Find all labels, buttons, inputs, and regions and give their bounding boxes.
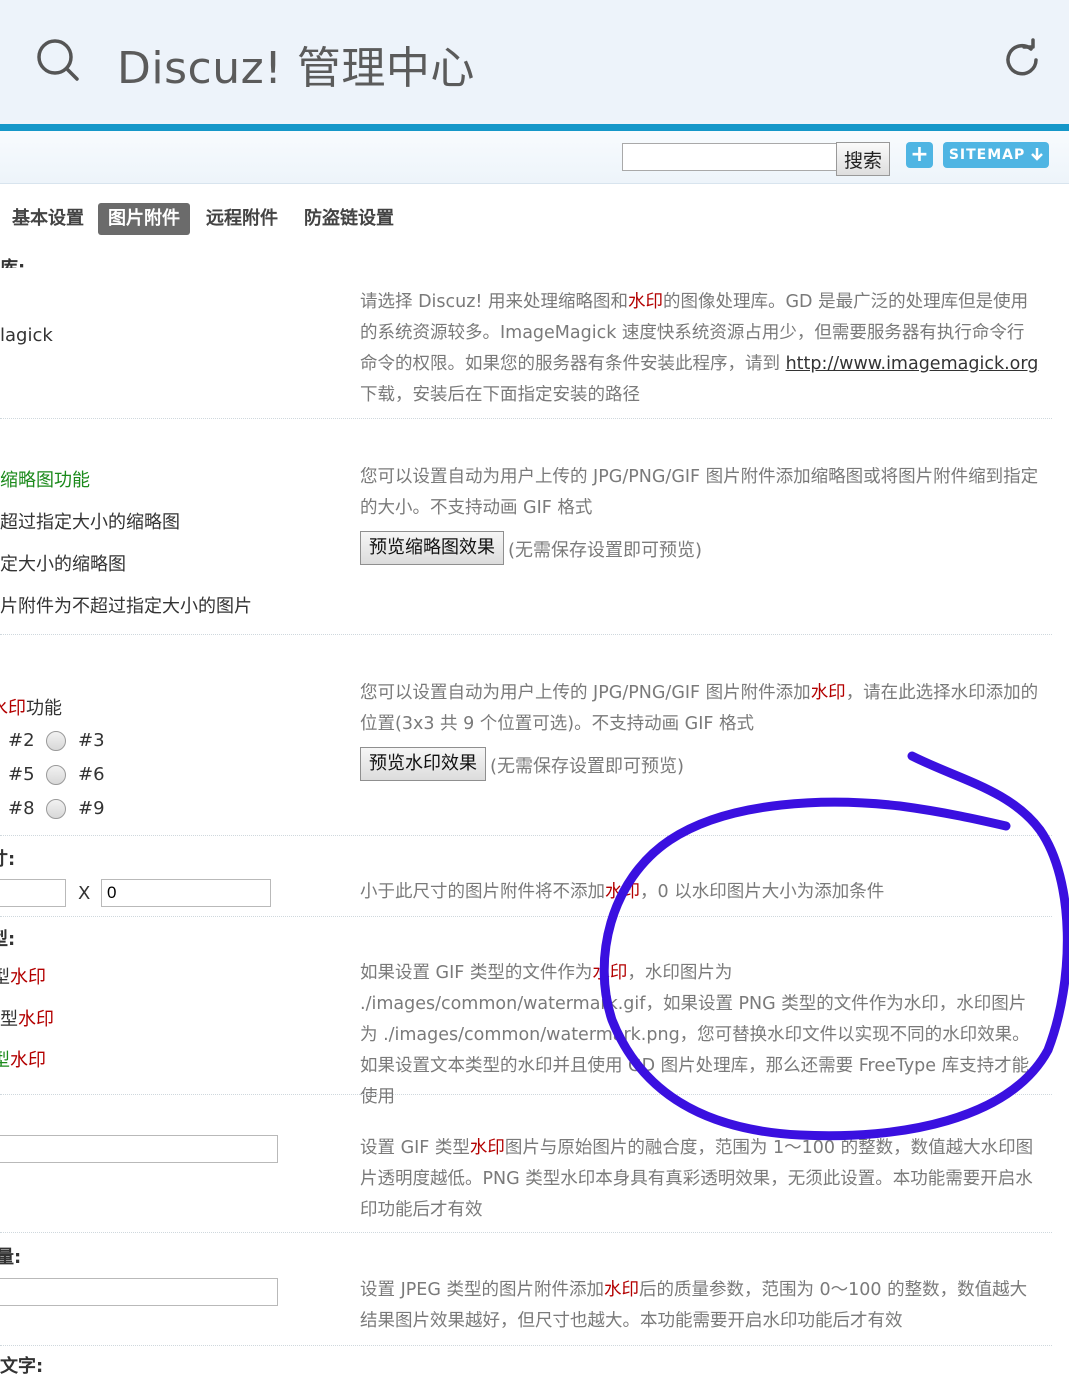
divider (0, 1345, 1052, 1346)
option-imagemagick[interactable]: lagick (0, 325, 53, 346)
position-8-label: #8 (8, 798, 35, 819)
label-watermark-min-size: 寸: (0, 849, 16, 870)
desc-watermark-transparency: 设置 GIF 类型水印图片与原始图片的融合度，范围为 1～100 的整数，数值越… (360, 1138, 1034, 1220)
position-6-radio[interactable] (46, 765, 66, 785)
divider (0, 1094, 1052, 1095)
option-text-watermark[interactable]: 型水印 (0, 1046, 46, 1072)
position-9-label: #9 (78, 798, 105, 819)
label-jpeg-quality: 量: (0, 1247, 22, 1268)
tab-anti-leech[interactable]: 防盗链设置 (294, 203, 404, 235)
label-watermark-type: 型: (0, 929, 16, 950)
tab-remote-attachment[interactable]: 远程附件 (196, 203, 288, 235)
desc-min-size: 小于此尺寸的图片附件将不添加水印，0 以水印图片大小为添加条件 (360, 882, 885, 902)
option-watermark[interactable]: 水印功能 (0, 694, 62, 720)
divider (0, 634, 1052, 635)
option-gif-watermark[interactable]: 型水印 (0, 963, 46, 989)
size-separator: X (78, 883, 91, 904)
desc-watermark-type: 如果设置 GIF 类型的文件作为水印，水印图片为 ./images/common… (360, 963, 1030, 1107)
preview-watermark-button[interactable]: 预览水印效果 (360, 747, 486, 781)
min-width-input[interactable] (0, 879, 66, 907)
search-button[interactable]: 搜索 (836, 142, 890, 176)
option-resize-image[interactable]: 片附件为不超过指定大小的图片 (0, 592, 252, 618)
search-icon[interactable] (36, 38, 80, 82)
divider (0, 1232, 1052, 1233)
jpeg-quality-input[interactable] (0, 1278, 278, 1306)
option-thumbnail[interactable]: 缩略图功能 (0, 466, 90, 492)
imagemagick-link[interactable]: http://www.imagemagick.org (786, 354, 1039, 374)
sitemap-label: SITEMAP (948, 147, 1026, 163)
add-shortcut-button[interactable]: + (906, 142, 933, 168)
divider (0, 916, 1052, 917)
option-thumbnail-fixed[interactable]: 定大小的缩略图 (0, 550, 126, 576)
min-height-input[interactable] (101, 879, 271, 907)
preview-thumbnail-note: (无需保存设置即可预览) (508, 540, 703, 561)
desc-watermark: 您可以设置自动为用户上传的 JPG/PNG/GIF 图片附件添加水印，请在此选择… (360, 683, 1039, 734)
tab-image-attachment[interactable]: 图片附件 (98, 203, 190, 235)
desc-image-library: 请选择 Discuz! 用来处理缩略图和水印的图像处理库。GD 是最广泛的处理库… (360, 292, 1039, 405)
label-watermark-text: 文字: (0, 1356, 44, 1377)
position-5-label: #5 (8, 764, 35, 785)
position-9-radio[interactable] (46, 799, 66, 819)
divider (0, 418, 1052, 419)
divider (0, 835, 1052, 836)
position-3-radio[interactable] (46, 731, 66, 751)
browser-bar: Discuz! 管理中心 (0, 0, 1069, 124)
sitemap-button[interactable]: SITEMAP (943, 142, 1049, 168)
search-input[interactable] (622, 143, 838, 171)
tab-basic[interactable]: 基本设置 (2, 203, 94, 235)
position-3-label: #3 (78, 730, 105, 751)
browser-title: Discuz! 管理中心 (117, 43, 475, 94)
position-2-label: #2 (8, 730, 35, 751)
arrow-down-icon (1031, 148, 1044, 161)
desc-thumbnail: 您可以设置自动为用户上传的 JPG/PNG/GIF 图片附件添加缩略图或将图片附… (360, 467, 1039, 518)
accent-stripe (0, 124, 1069, 131)
reload-icon[interactable] (1000, 38, 1044, 82)
admin-toolbar: 搜索 + SITEMAP (0, 131, 1069, 184)
option-thumbnail-size[interactable]: 超过指定大小的缩略图 (0, 508, 180, 534)
preview-watermark-note: (无需保存设置即可预览) (490, 756, 685, 777)
label-image-library: 库: (0, 254, 25, 268)
option-png-watermark[interactable]: 类型水印 (0, 1005, 54, 1031)
desc-jpeg-quality: 设置 JPEG 类型的图片附件添加水印后的质量参数，范围为 0～100 的整数，… (360, 1280, 1028, 1331)
watermark-transparency-input[interactable] (0, 1135, 278, 1163)
preview-thumbnail-button[interactable]: 预览缩略图效果 (360, 531, 504, 565)
position-6-label: #6 (78, 764, 105, 785)
